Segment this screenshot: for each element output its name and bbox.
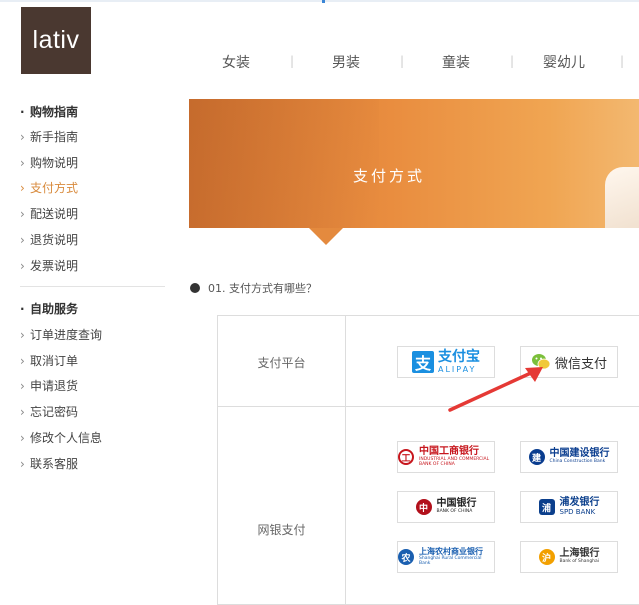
chevron-right-icon: › — [20, 405, 25, 419]
sidebar-item-cancel-order[interactable]: › 取消订单 — [20, 352, 78, 369]
chevron-right-icon: › — [20, 457, 25, 471]
boc-icon: 中 — [415, 499, 432, 515]
top-line-marker — [322, 0, 325, 3]
sidebar-item-label: 购物说明 — [30, 156, 79, 170]
bank-name: 中国建设银行 — [549, 447, 610, 459]
boc-logo: 中 中国银行 BANK OF CHINA — [397, 491, 495, 523]
top-line — [0, 0, 639, 3]
bos-logo: 沪 上海银行 Bank of Shanghai — [520, 541, 618, 573]
nav-kids[interactable]: 童装 — [442, 52, 470, 72]
sidebar-section-self-service: 自助服务 — [20, 300, 78, 317]
bank-name-en: BANK OF CHINA — [436, 509, 473, 515]
bank-name-en: China Construction Bank — [549, 459, 606, 465]
sidebar-item-shopping-notes[interactable]: › 购物说明 — [20, 154, 78, 171]
lativ-logo[interactable]: lativ — [21, 7, 91, 74]
sidebar-item-label: 申请退货 — [30, 379, 79, 393]
spdb-icon: 浦 — [538, 499, 555, 515]
spdb-logo: 浦 浦发银行 SPD BANK — [520, 491, 618, 523]
row-label-online-banking: 网银支付 — [257, 523, 306, 537]
chevron-right-icon: › — [20, 233, 25, 247]
nav-separator: | — [510, 54, 515, 68]
bank-name: 中国银行 — [436, 497, 477, 509]
sidebar-item-label: 忘记密码 — [30, 405, 79, 419]
icbc-logo: 工 中国工商银行 INDUSTRIAL AND COMMERCIAL BANK O… — [397, 441, 495, 473]
bank-name-en: Bank of Shanghai — [559, 559, 600, 565]
wechat-pay-name: 微信支付 — [554, 356, 607, 372]
faq-question-text: 01. 支付方式有哪些？ — [208, 282, 317, 295]
banner-shade — [189, 99, 379, 228]
chevron-right-icon: › — [20, 259, 25, 273]
logo-text: lativ — [32, 26, 80, 54]
chevron-right-icon: › — [20, 354, 25, 368]
sidebar-item-order-tracking[interactable]: › 订单进度查询 — [20, 326, 102, 343]
chevron-right-icon: › — [20, 431, 25, 445]
sidebar-item-label: 订单进度查询 — [30, 328, 103, 342]
sidebar-divider — [20, 286, 165, 287]
sidebar-item-contact-support[interactable]: › 联系客服 — [20, 455, 78, 472]
payment-methods-table: 支付平台 网银支付 支 支付宝 ALIPAY 微信支付 工 中国工商银行 INDUS… — [217, 315, 639, 605]
table-row-divider — [218, 406, 639, 407]
ccb-logo: 建 中国建设银行 China Construction Bank — [520, 441, 618, 473]
banner-pointer — [309, 228, 343, 245]
sidebar-item-edit-profile[interactable]: › 修改个人信息 — [20, 429, 102, 446]
srcb-logo: 农 上海农村商业银行 Shanghai Rural Commercial Bank — [397, 541, 495, 573]
sidebar-item-request-return[interactable]: › 申请退货 — [20, 377, 78, 394]
sidebar-item-label: 支付方式 — [30, 181, 79, 195]
page-banner: 支付方式 — [189, 99, 639, 228]
faq-question: 01. 支付方式有哪些？ — [190, 280, 317, 296]
main-nav: 女装 | 男装 | 童装 | 婴幼儿 | — [190, 52, 639, 72]
banner-paper-graphic — [605, 167, 639, 228]
bank-name-en: INDUSTRIAL AND COMMERCIAL BANK OF CHINA — [419, 457, 490, 467]
icbc-icon: 工 — [398, 449, 414, 465]
bullet-icon — [190, 283, 200, 293]
nav-baby[interactable]: 婴幼儿 — [543, 52, 585, 72]
sidebar-item-invoice[interactable]: › 发票说明 — [20, 257, 78, 274]
sidebar-item-newbie-guide[interactable]: › 新手指南 — [20, 128, 78, 145]
ccb-icon: 建 — [528, 449, 545, 465]
bank-name-en: SPD BANK — [559, 508, 596, 517]
chevron-right-icon: › — [20, 156, 25, 170]
sidebar-item-label: 修改个人信息 — [30, 431, 103, 445]
sidebar-item-label: 发票说明 — [30, 259, 79, 273]
annotation-arrow-icon — [448, 367, 543, 412]
sidebar-item-label: 取消订单 — [30, 354, 79, 368]
row-label-platform: 支付平台 — [257, 356, 306, 370]
sidebar-item-forgot-password[interactable]: › 忘记密码 — [20, 403, 78, 420]
nav-separator: | — [290, 54, 295, 68]
chevron-right-icon: › — [20, 207, 25, 221]
sidebar-item-returns-info[interactable]: › 退货说明 — [20, 231, 78, 248]
chevron-right-icon: › — [20, 328, 25, 342]
nav-men[interactable]: 男装 — [332, 52, 360, 72]
bos-icon: 沪 — [538, 549, 555, 565]
bank-name: 上海银行 — [559, 547, 600, 559]
sidebar-item-label: 联系客服 — [30, 457, 79, 471]
table-column-divider — [345, 316, 346, 604]
alipay-icon: 支 — [412, 351, 434, 373]
bank-name: 浦发银行 — [559, 496, 600, 508]
sidebar-item-payment-methods[interactable]: › 支付方式 — [20, 179, 78, 196]
sidebar-item-label: 新手指南 — [30, 130, 79, 144]
chevron-right-icon: › — [20, 379, 25, 393]
banner-title: 支付方式 — [352, 167, 425, 185]
chevron-right-icon: › — [20, 130, 25, 144]
bank-name: 中国工商银行 — [419, 445, 479, 457]
bank-name-en: Shanghai Rural Commercial Bank — [419, 555, 482, 566]
sidebar-item-label: 退货说明 — [30, 233, 79, 247]
nav-women[interactable]: 女装 — [222, 52, 250, 72]
bank-name: 上海农村商业银行 — [419, 546, 483, 556]
srcb-icon: 农 — [398, 549, 414, 565]
sidebar-item-label: 配送说明 — [30, 207, 79, 221]
nav-separator: | — [620, 54, 625, 68]
sidebar-item-delivery[interactable]: › 配送说明 — [20, 205, 78, 222]
sidebar-section-shopping-guide: 购物指南 — [20, 103, 78, 120]
nav-separator: | — [400, 54, 405, 68]
chevron-right-icon: › — [20, 181, 25, 195]
